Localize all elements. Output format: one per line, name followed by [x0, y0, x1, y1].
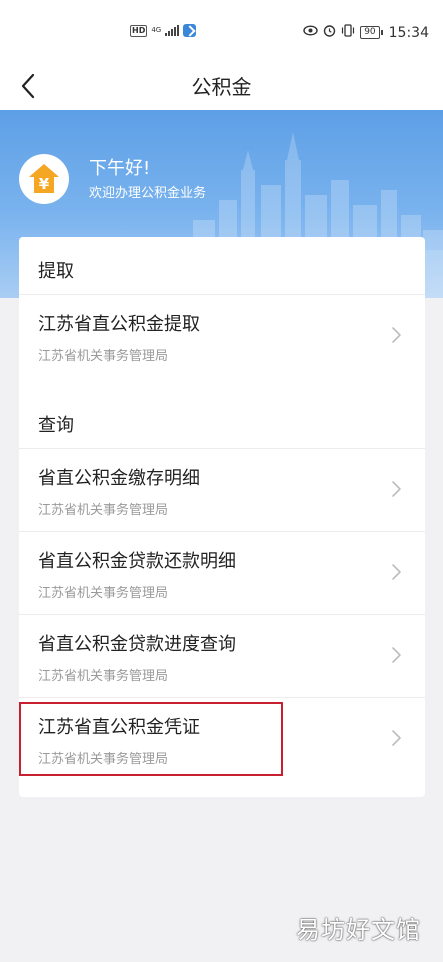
list-item-provincial-fund-certificate[interactable]: 江苏省直公积金凭证 江苏省机关事务管理局 — [19, 698, 425, 780]
welcome-text: 欢迎办理公积金业务 — [89, 186, 207, 201]
item-subtitle: 江苏省机关事务管理局 — [38, 669, 169, 684]
status-time: 15:34 — [388, 24, 429, 41]
item-title: 省直公积金贷款进度查询 — [38, 634, 236, 655]
list-item-deposit-details[interactable]: 省直公积金缴存明细 江苏省机关事务管理局 — [19, 449, 425, 531]
item-title: 江苏省直公积金提取 — [38, 314, 200, 335]
battery-icon: 90 — [360, 26, 384, 39]
page-title: 公积金 — [191, 75, 252, 99]
alarm-icon — [323, 24, 336, 41]
item-subtitle: 江苏省机关事务管理局 — [38, 752, 169, 767]
section-title-query: 查询 — [38, 415, 74, 436]
status-bar: HD 4G 90 15:34 — [0, 0, 443, 64]
list-item-loan-progress-query[interactable]: 省直公积金贷款进度查询 江苏省机关事务管理局 — [19, 615, 425, 697]
eye-icon — [303, 25, 318, 40]
watermark-text: 易坊好文馆 — [296, 916, 421, 944]
housing-fund-logo: ¥ — [19, 154, 69, 204]
nav-bar: 公积金 — [0, 64, 443, 110]
chevron-right-icon — [391, 479, 403, 499]
greeting-text: 下午好! — [89, 158, 151, 179]
chevron-right-icon — [391, 562, 403, 582]
network-type: 4G — [151, 26, 162, 34]
section-title-withdraw: 提取 — [38, 261, 74, 282]
service-card: 提取 江苏省直公积金提取 江苏省机关事务管理局 查询 省直公积金缴存明细 江苏省… — [19, 237, 425, 797]
item-title: 省直公积金贷款还款明细 — [38, 551, 236, 572]
item-subtitle: 江苏省机关事务管理局 — [38, 586, 169, 601]
logo-symbol: ¥ — [39, 175, 50, 193]
list-item-provincial-fund-withdraw[interactable]: 江苏省直公积金提取 江苏省机关事务管理局 — [19, 295, 425, 377]
chevron-right-icon — [391, 728, 403, 748]
item-subtitle: 江苏省机关事务管理局 — [38, 503, 169, 518]
item-title: 省直公积金缴存明细 — [38, 468, 200, 489]
house-yuan-icon: ¥ — [29, 164, 59, 193]
item-title: 江苏省直公积金凭证 — [38, 717, 200, 738]
status-right: 90 15:34 — [303, 24, 429, 41]
list-item-loan-repayment-details[interactable]: 省直公积金贷款还款明细 江苏省机关事务管理局 — [19, 532, 425, 614]
signal-icon — [165, 25, 180, 36]
notification-app-icon — [183, 24, 197, 37]
vibrate-icon — [341, 24, 355, 41]
status-network: HD 4G — [130, 24, 197, 37]
hd-icon: HD — [130, 24, 148, 37]
chevron-right-icon — [391, 645, 403, 665]
chevron-right-icon — [391, 325, 403, 345]
item-subtitle: 江苏省机关事务管理局 — [38, 349, 169, 364]
